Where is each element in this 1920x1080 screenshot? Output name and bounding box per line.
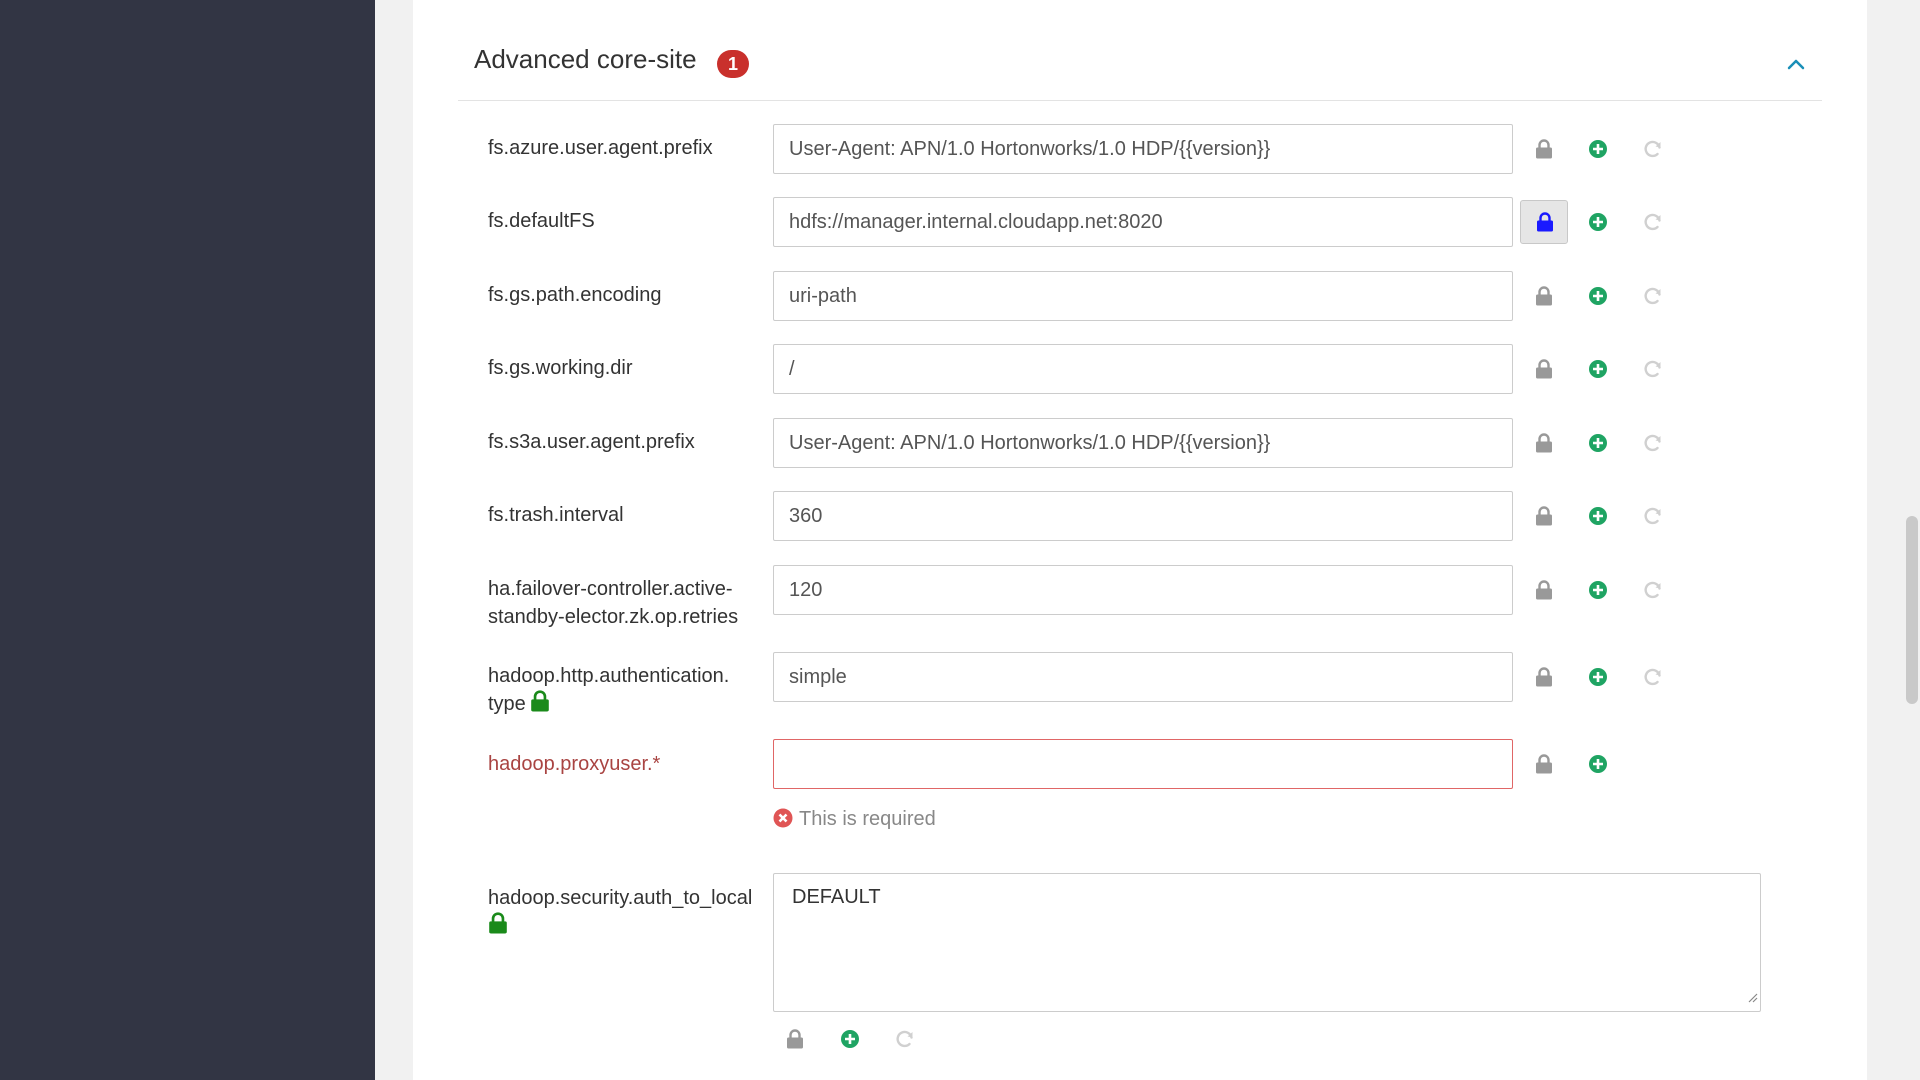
property-name: fs.trash.interval [488,504,624,526]
refresh-icon[interactable] [1642,666,1664,693]
property-name-line-1: hadoop.http.authentication. [488,665,730,687]
property-value-input[interactable]: / [773,344,1513,394]
section-title: Advanced core-site [474,44,697,74]
refresh-icon[interactable] [894,1028,916,1055]
lock-icon[interactable] [1535,506,1553,531]
refresh-icon[interactable] [1642,505,1664,532]
scrollbar-thumb[interactable] [1906,516,1918,704]
refresh-icon[interactable] [1642,285,1664,312]
lock-icon[interactable] [1535,667,1553,692]
property-value-input[interactable]: User-Agent: APN/1.0 Hortonworks/1.0 HDP/… [773,124,1513,174]
plus-circle-icon[interactable] [840,1029,860,1054]
refresh-icon[interactable] [1642,432,1664,459]
property-name: hadoop.proxyuser.* [488,753,661,775]
property-value-input[interactable]: hdfs://manager.internal.cloudapp.net:802… [773,197,1513,247]
refresh-icon[interactable] [1642,579,1664,606]
property-name: fs.gs.path.encoding [488,284,662,306]
times-circle-icon [773,808,793,834]
property-value-input[interactable]: 360 [773,491,1513,541]
property-value-input[interactable]: 120 [773,565,1513,615]
property-value-textarea[interactable]: DEFAULT [773,873,1761,1012]
plus-circle-icon[interactable] [1588,359,1608,384]
property-name-line-2: type [488,693,526,715]
lock-icon [530,690,550,720]
textarea-value: DEFAULT [792,886,881,908]
property-name: fs.defaultFS [488,210,595,232]
property-name-text: hadoop.security.auth_to_local [488,887,753,909]
lock-icon[interactable] [1535,359,1553,384]
property-name-line-2: standby-elector.zk.op.retries [488,606,739,628]
property-name: ha.failover-controller.active- standby-e… [488,575,773,631]
property-value-input[interactable]: simple [773,652,1513,702]
property-name: fs.s3a.user.agent.prefix [488,431,695,453]
resize-grip-icon[interactable] [1746,986,1758,1009]
validation-message: This is required [773,808,936,834]
property-name-line-1: ha.failover-controller.active- [488,578,733,600]
property-value-input[interactable]: uri-path [773,271,1513,321]
property-name: hadoop.http.authentication. type [488,662,773,720]
left-navigation [0,0,375,1080]
property-name: fs.gs.working.dir [488,357,633,379]
refresh-icon[interactable] [1642,358,1664,385]
section-header[interactable]: Advanced core-site 1 [458,40,1822,101]
property-name: fs.azure.user.agent.prefix [488,137,713,159]
plus-circle-icon[interactable] [1588,433,1608,458]
plus-circle-icon[interactable] [1588,506,1608,531]
plus-circle-icon[interactable] [1588,286,1608,311]
lock-icon [488,912,508,942]
property-value-input[interactable]: User-Agent: APN/1.0 Hortonworks/1.0 HDP/… [773,418,1513,468]
property-value-input[interactable] [773,739,1513,789]
lock-icon [1537,212,1553,232]
lock-icon[interactable] [786,1029,804,1054]
lock-button-active[interactable] [1520,200,1568,244]
lock-icon[interactable] [1535,754,1553,779]
property-name: hadoop.security.auth_to_local [488,884,778,942]
refresh-icon[interactable] [1642,211,1664,238]
validation-text: This is required [799,808,936,830]
error-count-badge: 1 [717,50,749,78]
lock-icon[interactable] [1535,139,1553,164]
plus-circle-icon[interactable] [1588,754,1608,779]
lock-icon[interactable] [1535,286,1553,311]
refresh-icon[interactable] [1642,138,1664,165]
plus-circle-icon[interactable] [1588,139,1608,164]
chevron-up-icon[interactable] [1780,48,1812,80]
plus-circle-icon[interactable] [1588,212,1608,237]
plus-circle-icon[interactable] [1588,667,1608,692]
lock-icon[interactable] [1535,433,1553,458]
plus-circle-icon[interactable] [1588,580,1608,605]
lock-icon[interactable] [1535,580,1553,605]
